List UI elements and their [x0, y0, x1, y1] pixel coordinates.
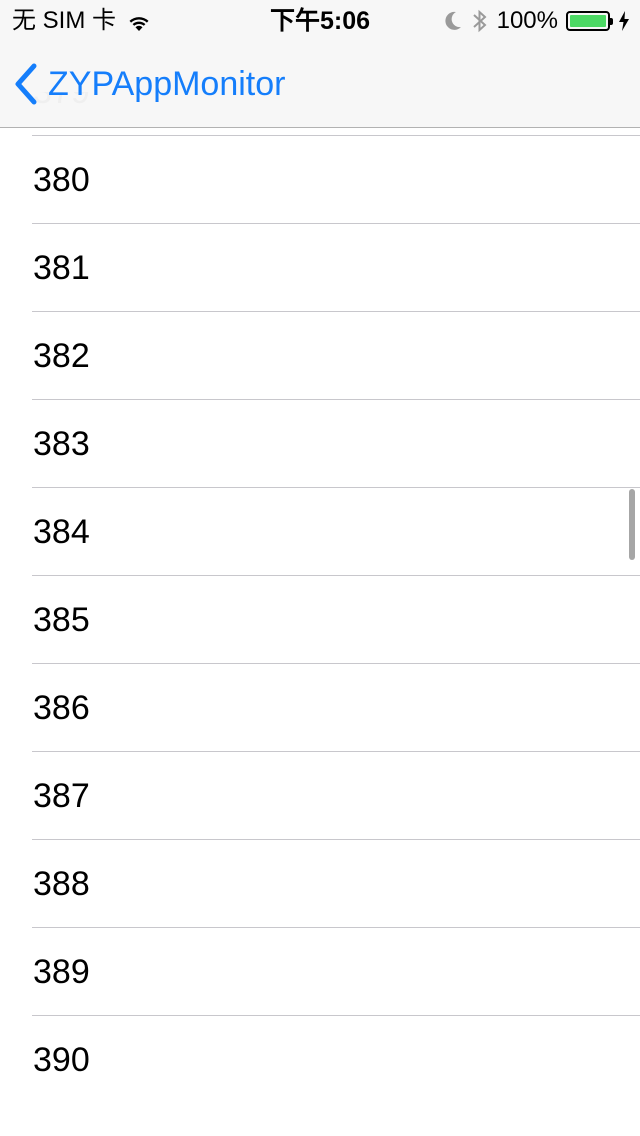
table-view[interactable]: 379 380 381 382 383 384 385 386 387 388 — [0, 92, 640, 1136]
app-screen: 379 380 381 382 383 384 385 386 387 388 — [0, 0, 640, 1136]
table-row[interactable]: 381 — [0, 224, 640, 312]
battery-percent: 100% — [496, 7, 558, 34]
bluetooth-icon — [471, 8, 489, 34]
table-row[interactable]: 386 — [0, 664, 640, 752]
table-row[interactable]: 384 — [0, 488, 640, 576]
row-label: 382 — [33, 337, 90, 375]
status-right: 100% — [443, 6, 630, 36]
chevron-left-icon — [14, 63, 38, 105]
row-label: 380 — [33, 161, 90, 199]
row-label: 381 — [33, 249, 90, 287]
row-label: 386 — [33, 689, 90, 727]
charging-icon — [618, 10, 630, 32]
row-label: 384 — [33, 513, 90, 551]
scroll-indicator[interactable] — [629, 489, 635, 560]
row-label: 385 — [33, 601, 90, 639]
row-label: 389 — [33, 953, 90, 991]
row-label: 383 — [33, 425, 90, 463]
moon-icon — [443, 10, 463, 32]
back-button-label: ZYPAppMonitor — [48, 64, 286, 103]
table-row[interactable]: 389 — [0, 928, 640, 1016]
table-row[interactable]: 390 — [0, 1016, 640, 1104]
battery-icon — [566, 11, 613, 31]
table-row[interactable]: 388 — [0, 840, 640, 928]
table-row[interactable]: 382 — [0, 312, 640, 400]
table-row[interactable]: 380 — [0, 136, 640, 224]
row-label: 390 — [33, 1041, 90, 1079]
table-row[interactable]: 385 — [0, 576, 640, 664]
navigation-bar: 无 SIM 卡 下午5:06 100% ZYPAppMonitor — [0, 0, 640, 128]
row-label: 387 — [33, 777, 90, 815]
status-bar: 无 SIM 卡 下午5:06 100% — [0, 0, 640, 40]
table-row[interactable]: 387 — [0, 752, 640, 840]
table-row[interactable]: 383 — [0, 400, 640, 488]
row-label: 388 — [33, 865, 90, 903]
back-button[interactable]: ZYPAppMonitor — [14, 62, 285, 106]
